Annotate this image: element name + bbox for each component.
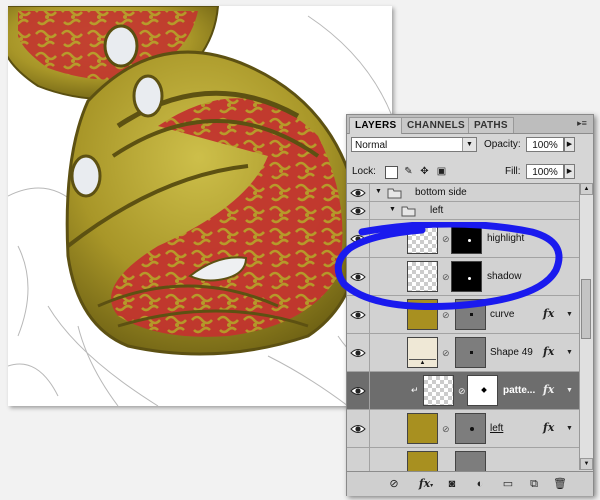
opacity-field[interactable]: 100% xyxy=(526,137,564,152)
layer-name: patte... xyxy=(503,385,536,396)
layer-row-partial[interactable] xyxy=(347,448,579,471)
expand-triangle-icon[interactable]: ▼ xyxy=(375,188,382,195)
lock-position-icon[interactable]: ✥ xyxy=(419,166,430,177)
panel-menu-icon[interactable]: ▸≡ xyxy=(575,118,589,129)
lock-label: Lock: xyxy=(352,166,376,177)
fx-icon-label: fx xyxy=(418,477,431,490)
link-layers-icon[interactable]: ⊘ xyxy=(387,477,401,491)
artwork-canvas[interactable] xyxy=(8,6,392,406)
layer-thumbnail xyxy=(423,375,454,406)
blend-mode-value: Normal xyxy=(355,140,388,151)
eye-icon xyxy=(350,207,366,215)
opacity-slider-button[interactable]: ▶ xyxy=(564,137,575,152)
lock-all-icon[interactable]: ▣ xyxy=(436,166,447,177)
layer-name: Shape 49 xyxy=(490,347,533,358)
fx-icon[interactable]: fx xyxy=(543,345,554,358)
fill-slider-button[interactable]: ▶ xyxy=(564,164,575,179)
trash-icon[interactable]: 🗑 xyxy=(553,477,567,491)
layers-scrollbar[interactable]: ▲ ▼ xyxy=(579,183,593,470)
chain-link-icon[interactable]: ⊘ xyxy=(458,385,466,397)
eye-icon xyxy=(350,387,366,395)
layer-group-bottom-side[interactable]: ▼ bottom side xyxy=(347,184,579,202)
annotation-ellipse xyxy=(334,222,563,310)
new-group-icon[interactable]: ▭ xyxy=(501,477,515,491)
scrollbar-thumb[interactable] xyxy=(581,279,591,339)
layer-group-left[interactable]: ▼ left xyxy=(347,202,579,220)
layer-name: bottom side xyxy=(415,187,467,198)
layer-row-left[interactable]: ⊘ left fx ▼ xyxy=(347,410,579,448)
layer-thumbnail xyxy=(407,451,438,471)
scroll-down-icon[interactable]: ▼ xyxy=(580,458,593,470)
fx-icon[interactable]: fx xyxy=(543,383,554,396)
clipping-arrow-icon: ↵ xyxy=(411,385,419,395)
folder-icon xyxy=(401,206,416,217)
layer-row-shape-49[interactable]: ▲ ⊘ Shape 49 fx ▼ xyxy=(347,334,579,372)
scroll-up-icon[interactable]: ▲ xyxy=(580,183,593,195)
eye-icon xyxy=(350,425,366,433)
visibility-toggle[interactable] xyxy=(347,184,370,201)
layer-name: left xyxy=(490,423,504,434)
opacity-label: Opacity: xyxy=(484,139,521,150)
lock-transparent-pixels-icon[interactable] xyxy=(385,166,398,179)
visibility-toggle[interactable] xyxy=(347,202,370,219)
expand-triangle-icon[interactable]: ▼ xyxy=(389,206,396,213)
mask-artwork xyxy=(8,6,392,406)
blend-mode-select[interactable]: Normal ▼ xyxy=(351,137,477,152)
panel-tab-bar: LAYERS CHANNELS PATHS ▸≡ xyxy=(347,115,593,134)
vector-mask-thumbnail[interactable] xyxy=(455,451,486,471)
tab-channels[interactable]: CHANNELS xyxy=(401,117,471,133)
chevron-down-icon[interactable]: ▼ xyxy=(566,387,573,394)
layer-name: left xyxy=(430,205,444,216)
fill-label: Fill: xyxy=(505,166,521,177)
new-layer-icon[interactable]: ⧉ xyxy=(527,477,541,491)
vector-mask-thumbnail[interactable] xyxy=(455,337,486,368)
visibility-toggle[interactable] xyxy=(347,448,370,471)
tab-paths[interactable]: PATHS xyxy=(468,117,514,133)
fx-icon[interactable]: fx▾ xyxy=(415,477,437,491)
add-mask-icon[interactable]: ◙ xyxy=(445,477,459,491)
layer-thumbnail: ▲ xyxy=(407,337,438,368)
layer-thumbnail xyxy=(407,413,438,444)
layers-footer-toolbar: ⊘ fx▾ ◙ ◐ ▭ ⧉ 🗑 xyxy=(347,471,593,496)
layer-mask-thumbnail[interactable] xyxy=(467,375,498,406)
visibility-toggle[interactable] xyxy=(347,410,370,447)
chevron-down-icon[interactable]: ▼ xyxy=(566,425,573,432)
visibility-toggle[interactable] xyxy=(347,334,370,371)
fx-icon[interactable]: fx xyxy=(543,421,554,434)
eye-icon xyxy=(350,189,366,197)
chain-link-icon[interactable]: ⊘ xyxy=(442,347,450,359)
eye-icon xyxy=(350,349,366,357)
folder-icon xyxy=(387,188,402,199)
chain-link-icon[interactable]: ⊘ xyxy=(442,423,450,435)
fill-field[interactable]: 100% xyxy=(526,164,564,179)
chevron-down-icon[interactable]: ▼ xyxy=(462,138,476,151)
tab-layers[interactable]: LAYERS xyxy=(349,117,403,134)
chevron-down-icon[interactable]: ▼ xyxy=(566,349,573,356)
lock-image-pixels-icon[interactable]: ✎ xyxy=(403,166,414,177)
vector-mask-thumbnail[interactable] xyxy=(455,413,486,444)
layer-row-pattern[interactable]: ↵ ⊘ patte... fx ▼ xyxy=(347,372,579,410)
adjustment-layer-icon[interactable]: ◐ xyxy=(473,477,487,491)
visibility-toggle[interactable] xyxy=(347,372,370,409)
